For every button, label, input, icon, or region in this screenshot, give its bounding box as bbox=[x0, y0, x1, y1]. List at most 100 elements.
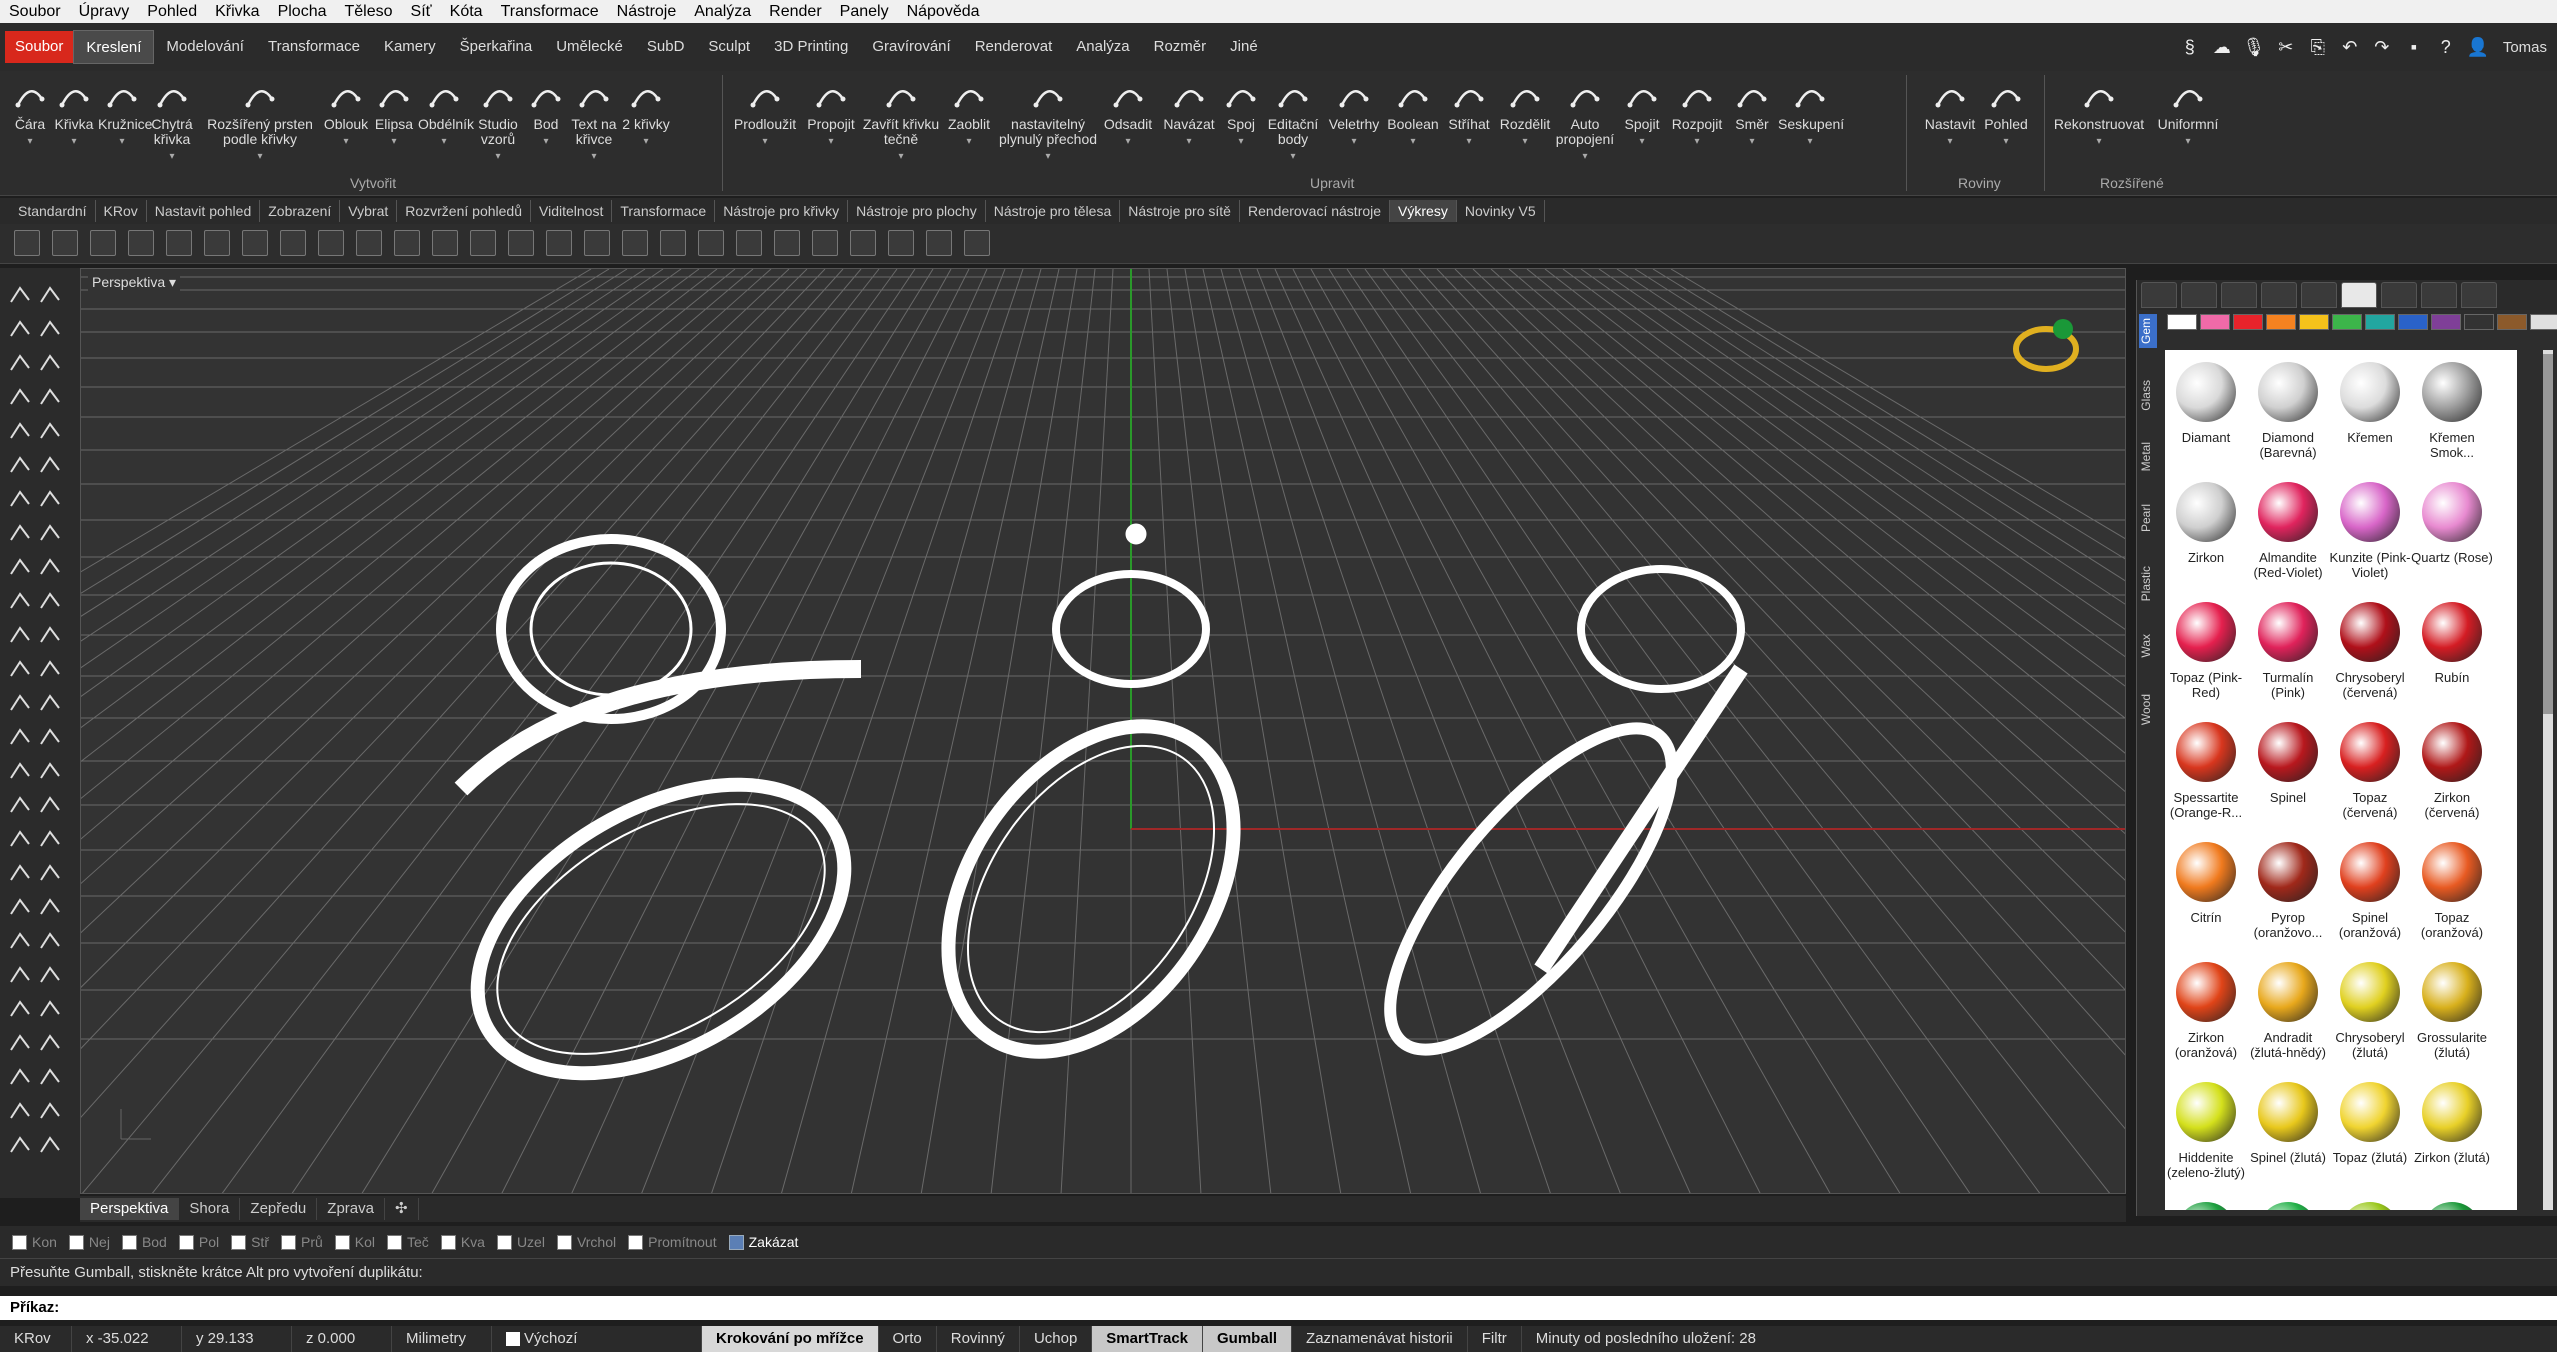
gem-material[interactable]: Spinel (žlutá) bbox=[2247, 1082, 2329, 1165]
toolbar-icon[interactable] bbox=[736, 230, 762, 256]
toolbar-icon[interactable] bbox=[774, 230, 800, 256]
smarttrack-toggle[interactable]: SmartTrack bbox=[1092, 1326, 1204, 1352]
ribbon-tab[interactable]: Jiné bbox=[1218, 30, 1270, 64]
gem-material[interactable]: Citrín bbox=[2165, 842, 2247, 925]
toolbar-tab[interactable]: Výkresy bbox=[1390, 200, 1457, 222]
toolbar-icon[interactable] bbox=[812, 230, 838, 256]
redo-icon[interactable]: ↷ bbox=[2369, 34, 2395, 60]
copy-icon[interactable]: ⎘ bbox=[2305, 34, 2331, 60]
ribbon-button[interactable]: Spoj ▾ bbox=[1220, 77, 1262, 149]
toolbar-icon[interactable] bbox=[394, 230, 420, 256]
gem-material[interactable]: Topaz (Pink-Red) bbox=[2165, 602, 2247, 700]
tool-icon[interactable] bbox=[38, 726, 62, 748]
toolbar-tab[interactable]: KRov bbox=[96, 200, 147, 222]
ribbon-button[interactable]: Nastavit ▾ bbox=[1922, 77, 1978, 149]
ribbon-tab[interactable]: Renderovat bbox=[963, 30, 1065, 64]
tool-icon[interactable] bbox=[8, 420, 32, 442]
tool-icon[interactable] bbox=[8, 760, 32, 782]
viewport-tab[interactable]: Shora bbox=[179, 1198, 241, 1220]
checkbox-box[interactable] bbox=[68, 1234, 84, 1250]
tool-icon[interactable] bbox=[38, 658, 62, 680]
tool-icon[interactable] bbox=[8, 318, 32, 340]
tool-icon[interactable] bbox=[38, 794, 62, 816]
tool-icon[interactable] bbox=[38, 454, 62, 476]
panel-tab-properties-icon[interactable] bbox=[2221, 282, 2257, 308]
dropdown-arrow-icon[interactable]: ▾ bbox=[1158, 134, 1220, 149]
checkbox-box[interactable] bbox=[12, 1234, 27, 1250]
gem-material[interactable] bbox=[2411, 1202, 2493, 1210]
tool-icon[interactable] bbox=[8, 862, 32, 884]
mic-icon[interactable]: 🎙 bbox=[2241, 34, 2267, 60]
dropdown-arrow-icon[interactable]: ▾ bbox=[470, 149, 526, 164]
toolbar-icon[interactable] bbox=[166, 230, 192, 256]
color-swatch[interactable] bbox=[2497, 314, 2527, 330]
dropdown-arrow-icon[interactable]: ▾ bbox=[1554, 149, 1616, 164]
panel-tab-layers-icon[interactable] bbox=[2181, 282, 2217, 308]
gem-material[interactable]: Grossularite (žlutá) bbox=[2411, 962, 2493, 1060]
ribbon-tab[interactable]: Kreslení bbox=[73, 30, 155, 64]
checkbox-box[interactable] bbox=[728, 1234, 744, 1250]
gem-material[interactable]: Andradit (žlutá-hnědý) bbox=[2247, 962, 2329, 1060]
panel-tab-materials-icon[interactable] bbox=[2341, 282, 2377, 308]
menu-item[interactable]: Křivka bbox=[206, 3, 268, 21]
dropdown-arrow-icon[interactable]: ▾ bbox=[526, 134, 566, 149]
dropdown-arrow-icon[interactable]: ▾ bbox=[730, 134, 800, 149]
menu-item[interactable]: Plocha bbox=[269, 3, 336, 21]
gem-material[interactable]: Kunzite (Pink-Violet) bbox=[2329, 482, 2411, 580]
menu-item[interactable]: Soubor bbox=[0, 3, 70, 21]
dropdown-arrow-icon[interactable]: ▾ bbox=[1324, 134, 1384, 149]
color-swatch[interactable] bbox=[2299, 314, 2329, 330]
toolbar-tab[interactable]: Vybrat bbox=[340, 200, 398, 222]
gem-material[interactable]: Almandite (Red-Violet) bbox=[2247, 482, 2329, 580]
ribbon-tab[interactable]: SubD bbox=[635, 30, 697, 64]
ribbon-button[interactable]: Prodloužit ▾ bbox=[730, 77, 800, 149]
toolbar-tab[interactable]: Novinky V5 bbox=[1457, 200, 1545, 222]
ribbon-button[interactable]: Rozdělit ▾ bbox=[1496, 77, 1554, 149]
tool-icon[interactable] bbox=[8, 964, 32, 986]
tool-icon[interactable] bbox=[38, 284, 62, 306]
panel-scrollbar[interactable] bbox=[2543, 350, 2553, 1210]
ribbon-button[interactable]: Spojit ▾ bbox=[1616, 77, 1668, 149]
ribbon-button[interactable]: Auto propojení ▾ bbox=[1554, 77, 1616, 164]
toolbar-tab[interactable]: Viditelnost bbox=[531, 200, 613, 222]
command-input[interactable]: Příkaz: bbox=[0, 1296, 2557, 1320]
dropdown-arrow-icon[interactable]: ▾ bbox=[862, 149, 940, 164]
ribbon-button[interactable]: Veletrhy ▾ bbox=[1324, 77, 1384, 149]
panel-tab-help-icon[interactable] bbox=[2381, 282, 2417, 308]
ribbon-button[interactable]: Obdélník ▾ bbox=[418, 77, 474, 149]
menu-item[interactable]: Nápověda bbox=[898, 3, 989, 21]
tool-icon[interactable] bbox=[8, 794, 32, 816]
color-swatch[interactable] bbox=[2398, 314, 2428, 330]
ribbon-tab[interactable]: Modelování bbox=[154, 30, 256, 64]
color-swatch[interactable] bbox=[2365, 314, 2395, 330]
panel-tab-gold-icon[interactable] bbox=[2461, 282, 2497, 308]
tool-icon[interactable] bbox=[38, 318, 62, 340]
dropdown-arrow-icon[interactable]: ▾ bbox=[622, 134, 670, 149]
tool-icon[interactable] bbox=[38, 692, 62, 714]
tool-icon[interactable] bbox=[8, 454, 32, 476]
toolbar-tab[interactable]: Standardní bbox=[10, 200, 96, 222]
viewport-title[interactable]: Perspektiva ▾ bbox=[88, 272, 181, 293]
checkbox-box[interactable] bbox=[178, 1234, 194, 1250]
tool-icon[interactable] bbox=[8, 488, 32, 510]
gem-material[interactable]: Diamant bbox=[2165, 362, 2247, 445]
tool-icon[interactable] bbox=[38, 556, 62, 578]
history-toggle[interactable]: Zaznamenávat historii bbox=[1292, 1326, 1468, 1352]
toolbar-tab[interactable]: Nastavit pohled bbox=[147, 200, 261, 222]
ribbon-button[interactable]: Editační body ▾ bbox=[1262, 77, 1324, 164]
cloud-icon[interactable]: ☁ bbox=[2209, 34, 2235, 60]
tool-icon[interactable] bbox=[8, 556, 32, 578]
ribbon-tab[interactable]: 3D Printing bbox=[762, 30, 860, 64]
toolbar-icon[interactable] bbox=[204, 230, 230, 256]
color-swatch[interactable] bbox=[2167, 314, 2197, 330]
toolbar-icon[interactable] bbox=[14, 230, 40, 256]
gem-material[interactable]: Spinel (oranžová) bbox=[2329, 842, 2411, 940]
viewport-tab[interactable]: Zepředu bbox=[240, 1198, 318, 1220]
tool-icon[interactable] bbox=[38, 828, 62, 850]
cut-icon[interactable]: ✂ bbox=[2273, 34, 2299, 60]
status-units[interactable]: Milimetry bbox=[392, 1326, 492, 1352]
toolbar-tab[interactable]: Nástroje pro tělesa bbox=[986, 200, 1121, 222]
menu-item[interactable]: Pohled bbox=[138, 3, 206, 21]
ribbon-tab[interactable]: Analýza bbox=[1064, 30, 1141, 64]
tool-icon[interactable] bbox=[8, 726, 32, 748]
